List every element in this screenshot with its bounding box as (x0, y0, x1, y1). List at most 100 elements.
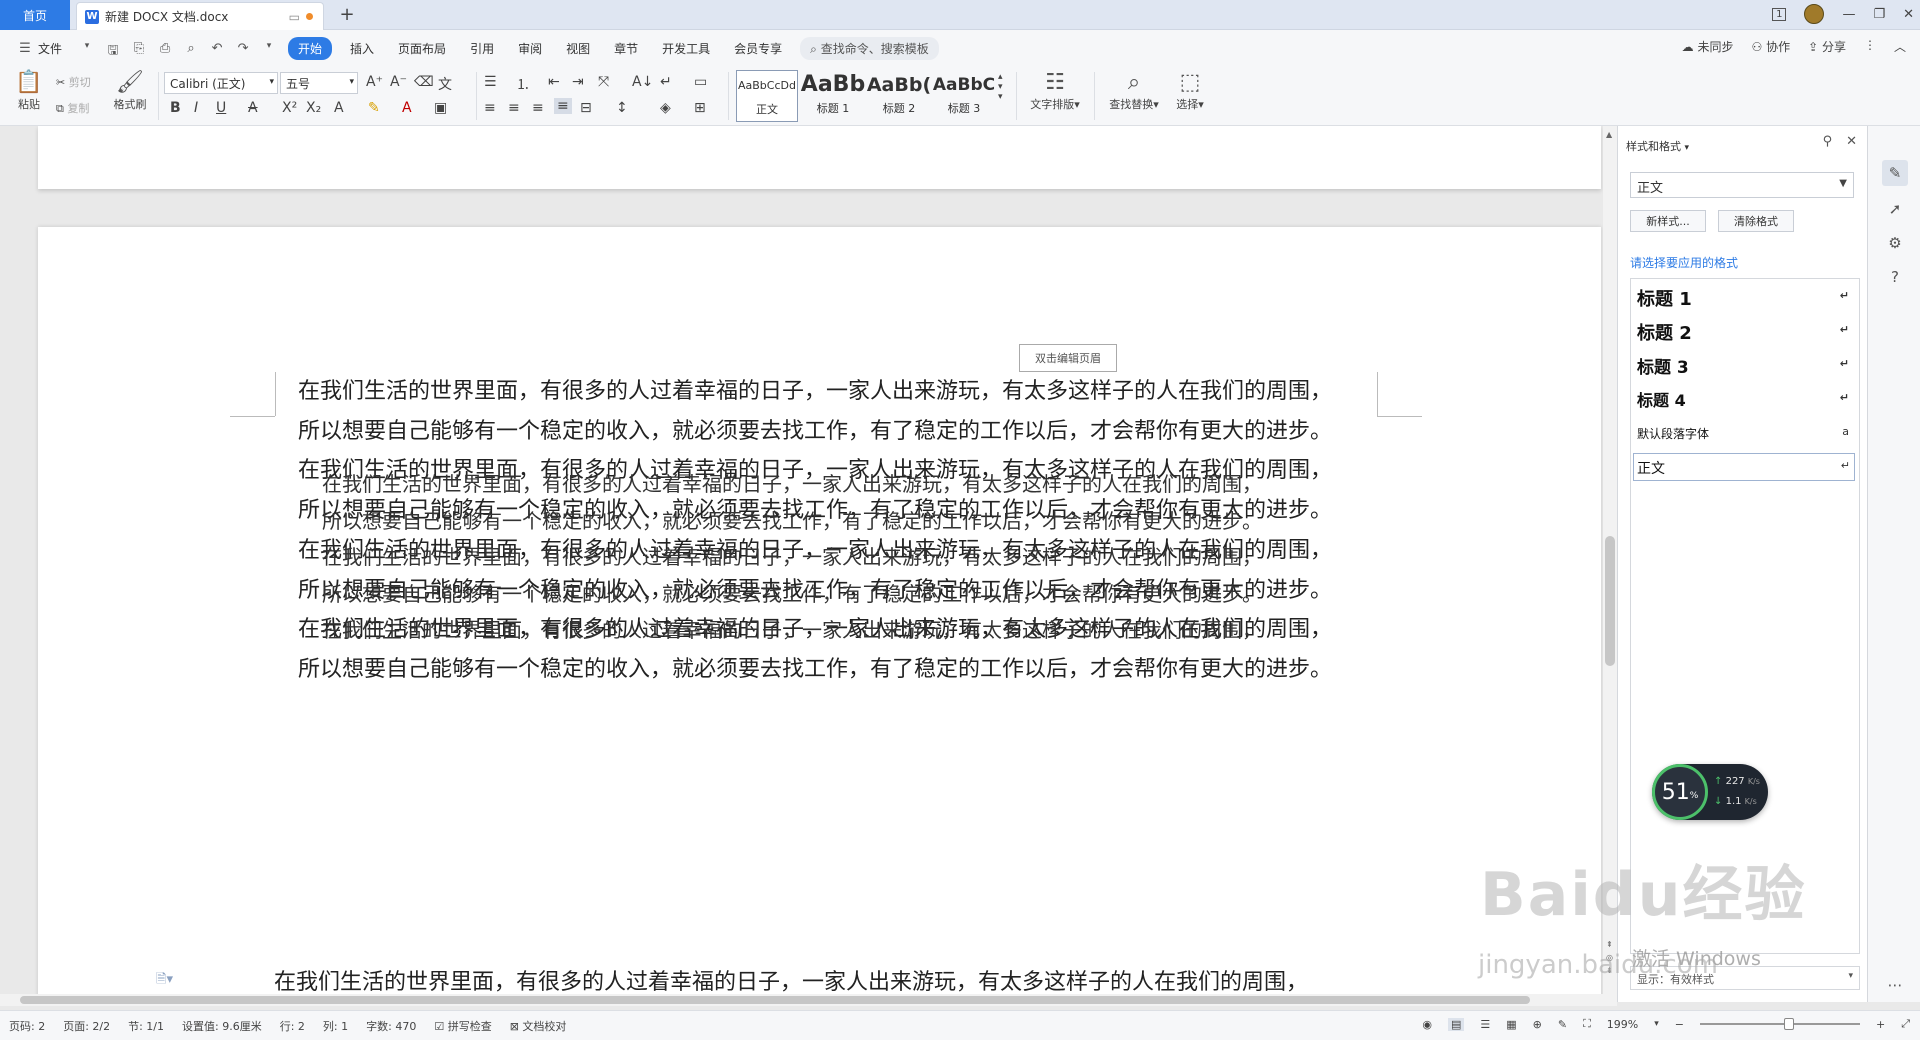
page-badge-icon[interactable]: 1 (1772, 7, 1787, 21)
status-setting[interactable]: 设置值: 9.6厘米 (173, 1018, 271, 1034)
align-center-icon[interactable]: ≡ (508, 100, 520, 116)
close-icon[interactable]: ✕ (1846, 134, 1857, 149)
proofread-button[interactable]: ⊠ 文档校对 (501, 1018, 576, 1034)
style-list-item[interactable]: 标题 4 ↵ (1637, 387, 1853, 411)
pen-icon[interactable]: ✎ (1558, 1018, 1567, 1031)
menu-developer[interactable]: 开发工具 (650, 40, 722, 57)
shading-icon[interactable]: ◈ (660, 100, 671, 116)
show-marks-icon[interactable]: ↵ (660, 74, 672, 90)
file-menu[interactable]: 文件 (38, 40, 74, 57)
align-right-icon[interactable]: ≡ (532, 100, 544, 116)
menu-view[interactable]: 视图 (554, 40, 602, 57)
bold-icon[interactable]: B (170, 100, 181, 116)
grow-font-icon[interactable]: A⁺ (366, 74, 383, 90)
style-list-item[interactable]: 默认段落字体 a (1637, 425, 1853, 442)
avatar[interactable] (1804, 4, 1825, 24)
zoom-in-icon[interactable]: + (1876, 1018, 1885, 1031)
underline-icon[interactable]: U (216, 100, 226, 116)
align-left-icon[interactable]: ≡ (484, 100, 496, 116)
superscript-icon[interactable]: X² (282, 100, 297, 116)
subscript-icon[interactable]: X₂ (306, 100, 321, 116)
share-button[interactable]: ⇪ 分享 (1808, 38, 1846, 55)
status-page-number[interactable]: 页码: 2 (0, 1018, 54, 1034)
chevron-down-icon[interactable]: ▾ (79, 41, 95, 55)
page-nav-icon[interactable]: 🗎▾ (156, 970, 173, 992)
menu-section[interactable]: 章节 (602, 40, 650, 57)
select-button[interactable]: ⬚ 选择▾ (1170, 70, 1210, 112)
menu-member[interactable]: 会员专享 (722, 40, 794, 57)
line-spacing-icon[interactable]: ↕ (616, 100, 628, 116)
zoom-level[interactable]: 199% (1607, 1018, 1638, 1031)
collapse-ribbon-icon[interactable]: ︿ (1894, 38, 1906, 55)
status-row[interactable]: 行: 2 (271, 1018, 314, 1034)
reading-view-icon[interactable]: ▦ (1506, 1018, 1516, 1031)
zoom-slider-knob[interactable] (1783, 1018, 1794, 1030)
new-tab-button[interactable]: + (336, 4, 358, 25)
shrink-font-icon[interactable]: A⁻ (390, 74, 407, 90)
text-direction-icon[interactable]: A↓ (632, 74, 653, 90)
undo-icon[interactable]: ↶ (209, 41, 225, 56)
status-word-count[interactable]: 字数: 470 (357, 1018, 425, 1034)
style-normal[interactable]: AaBbCcDd 正文 (736, 70, 798, 122)
eye-protection-icon[interactable]: ◉ (1422, 1018, 1432, 1031)
expand-icon[interactable]: ⤢ (1901, 1017, 1910, 1031)
status-section[interactable]: 节: 1/1 (119, 1018, 173, 1034)
redo-icon[interactable]: ↷ (235, 41, 251, 56)
text-layout-button[interactable]: ☷ 文字排版▾ (1024, 70, 1086, 112)
phonetic-icon[interactable]: 文 (438, 74, 452, 94)
more-icon[interactable]: ▾ (261, 41, 277, 55)
clear-format-icon[interactable]: ⌫ (414, 74, 434, 90)
zoom-slider[interactable] (1699, 1018, 1860, 1030)
close-button[interactable]: ✕ (1903, 7, 1914, 22)
tab-document[interactable]: W 新建 DOCX 文档.docx ▭ (76, 2, 324, 30)
font-color-icon[interactable]: A (402, 100, 412, 116)
numbered-list-icon[interactable]: ⒈ (516, 74, 530, 94)
zoom-out-icon[interactable]: − (1675, 1018, 1684, 1031)
style-heading-2[interactable]: AaBb( 标题 2 (866, 70, 932, 122)
sync-status[interactable]: ☁ 未同步 (1682, 38, 1734, 55)
window-mode-icon[interactable]: ▭ (289, 10, 300, 24)
highlight-icon[interactable]: ✎ (368, 100, 380, 116)
menu-review[interactable]: 审阅 (506, 40, 554, 57)
document-area[interactable]: 双击编辑页眉 在我们生活的世界里面，有很多的人过着幸福的日子，一家人出来游玩，有… (0, 126, 1603, 1002)
menu-insert[interactable]: 插入 (338, 40, 386, 57)
style-list-item[interactable]: 标题 1 ↵ (1637, 285, 1853, 311)
style-heading-3[interactable]: AaBbC 标题 3 (932, 70, 996, 122)
pin-icon[interactable]: ⚲ (1823, 134, 1833, 149)
increase-indent-icon[interactable]: ⇥ (572, 74, 584, 90)
style-list-item[interactable]: 标题 2 ↵ (1637, 319, 1853, 345)
menu-references[interactable]: 引用 (458, 40, 506, 57)
more-options-icon[interactable]: ⋮ (1864, 38, 1876, 55)
italic-icon[interactable]: I (194, 100, 198, 116)
menu-icon[interactable]: ☰ (17, 41, 33, 56)
cut-button[interactable]: ✂ 剪切 (56, 74, 91, 90)
paste-button[interactable]: 📋 粘贴 (12, 70, 46, 112)
more-icon[interactable]: ⋯ (1882, 972, 1908, 998)
command-search[interactable]: ⌕ 查找命令、搜索模板 (800, 36, 939, 60)
decrease-indent-icon[interactable]: ⇤ (548, 74, 560, 90)
collaborate-button[interactable]: ⚇ 协作 (1751, 38, 1790, 55)
styles-scroll-icon[interactable]: ▴ ▾ ▾ (998, 72, 1003, 102)
find-replace-button[interactable]: ⌕ 查找替换▾ (1104, 70, 1164, 112)
tab-home[interactable]: 首页 (0, 0, 70, 30)
page-view-icon[interactable]: ▤ (1447, 1017, 1465, 1031)
style-heading-1[interactable]: AaBb 标题 1 (800, 70, 866, 122)
text-effect-icon[interactable]: A (334, 100, 344, 116)
current-style-select[interactable]: 正文 ▼ (1630, 172, 1854, 198)
distribute-icon[interactable]: ⊟ (580, 100, 592, 116)
style-list-item-selected[interactable]: 正文 ↵ (1633, 453, 1855, 481)
char-border-icon[interactable]: ▣ (434, 100, 447, 116)
outline-view-icon[interactable]: ☰ (1480, 1018, 1490, 1031)
print-preview-icon[interactable]: ⌕ (183, 41, 199, 56)
print-icon[interactable]: ⎙ (157, 41, 173, 56)
style-list-item[interactable]: 标题 3 ↵ (1637, 353, 1853, 378)
chinese-layout-icon[interactable]: ⤧ (598, 74, 609, 90)
copy-button[interactable]: ⧉ 复制 (56, 100, 89, 116)
status-column[interactable]: 列: 1 (314, 1018, 357, 1034)
format-painter-button[interactable]: 🖌 格式刷 (110, 70, 150, 112)
bullet-list-icon[interactable]: ☰ (484, 74, 497, 90)
properties-icon[interactable]: ⚙ (1882, 230, 1908, 256)
vertical-scroll-thumb[interactable] (1605, 536, 1615, 666)
web-view-icon[interactable]: ⊕ (1533, 1018, 1542, 1031)
minimize-button[interactable]: — (1842, 7, 1855, 22)
